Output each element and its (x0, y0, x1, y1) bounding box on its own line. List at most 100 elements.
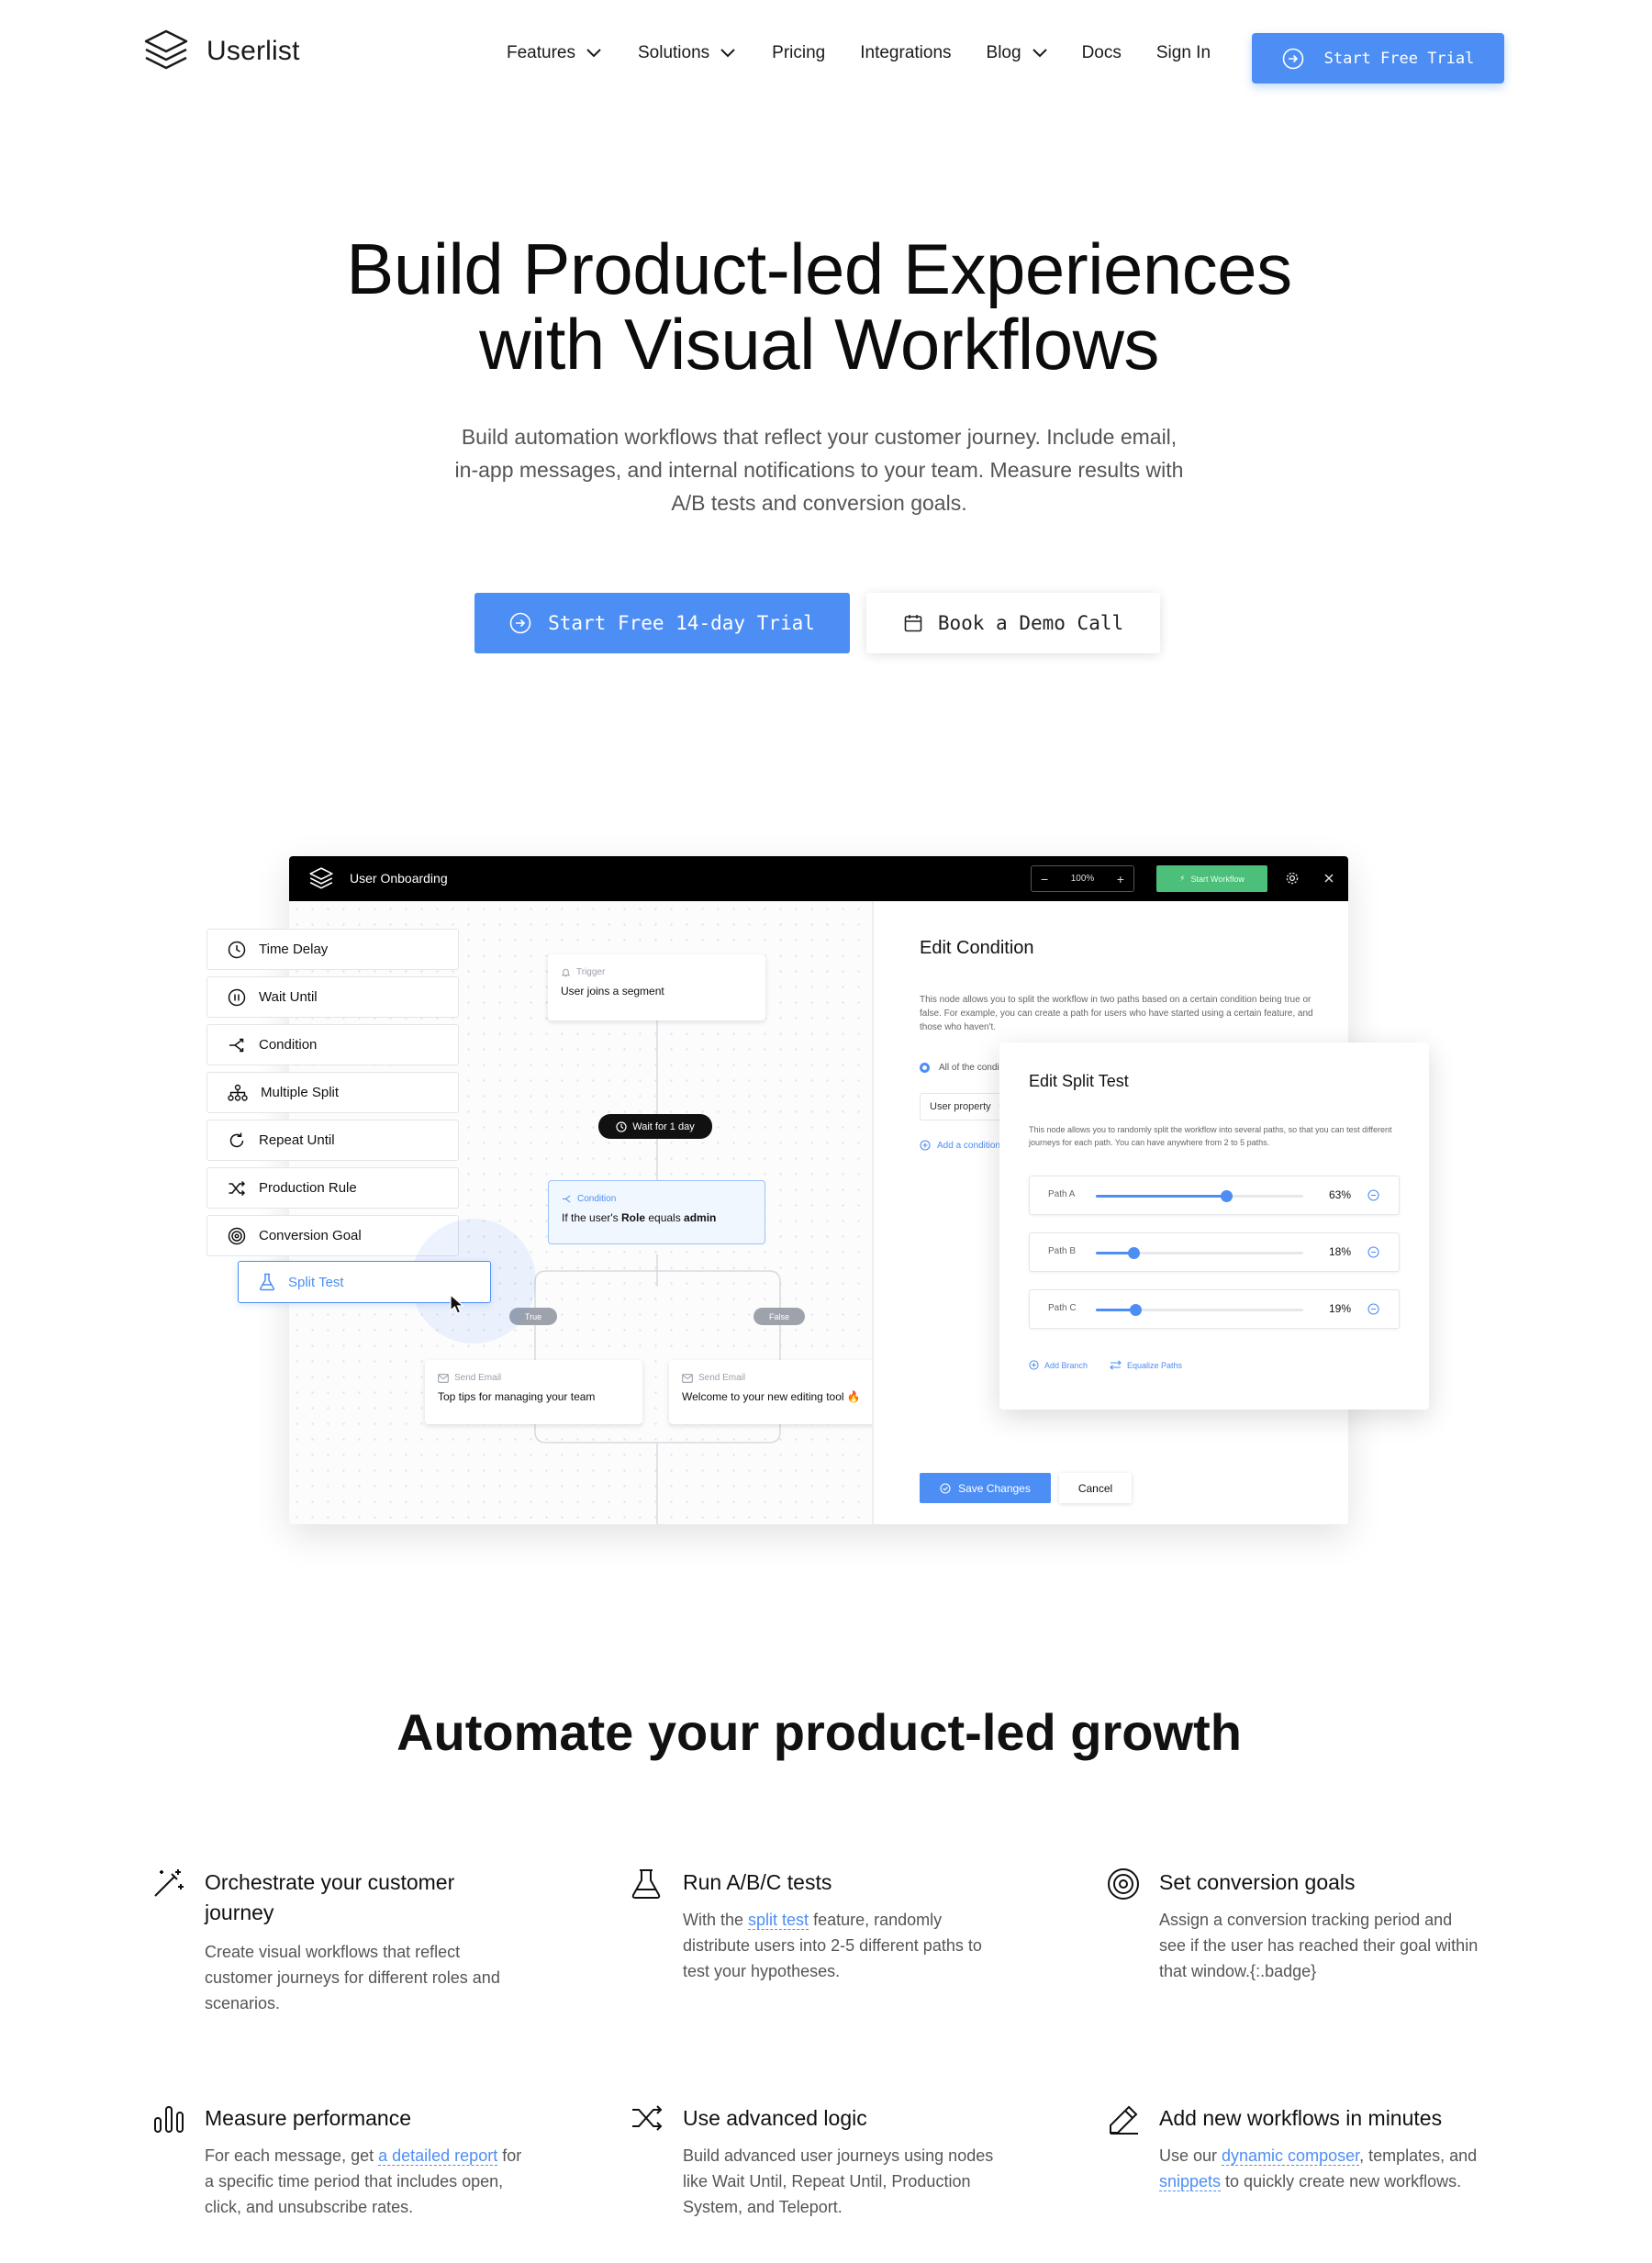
feature-body: Assign a conversion tracking period and … (1159, 1911, 1479, 1980)
minus-circle-icon[interactable] (1367, 1303, 1379, 1315)
zoom-control: − 100% + (1031, 865, 1134, 892)
magic-wand-icon (152, 1867, 185, 1899)
save-changes-button[interactable]: Save Changes (920, 1473, 1051, 1503)
feature-body: With the split test feature, randomly di… (683, 1907, 1004, 1984)
path-row: Path A 63% (1029, 1176, 1400, 1215)
condition-text-part: equals (645, 1211, 685, 1224)
feature-title: Use advanced logic (683, 2106, 867, 2130)
palette-label: Production Rule (259, 1180, 357, 1196)
path-slider-knob[interactable] (1221, 1190, 1233, 1202)
arrow-circle-icon (1282, 48, 1304, 70)
node-label: Trigger (561, 967, 753, 977)
email-label: Send Email (698, 1373, 746, 1383)
link-label: Equalize Paths (1127, 1360, 1183, 1370)
panel-description: This node allows you to split the workfl… (920, 995, 1313, 1032)
wait-label: Wait for 1 day (632, 1120, 695, 1132)
minus-circle-icon[interactable] (1367, 1189, 1379, 1201)
path-slider-knob[interactable] (1127, 1247, 1140, 1259)
feature-title: Set conversion goals (1159, 1870, 1356, 1894)
chevron-down-icon (1032, 49, 1047, 58)
radio-selected-icon (920, 1063, 930, 1073)
snippets-link[interactable]: snippets (1159, 2172, 1222, 2191)
flask-icon (259, 1273, 275, 1291)
start-workflow-button[interactable]: ⚡ Start Workflow (1156, 865, 1267, 892)
repeat-icon (228, 1132, 246, 1150)
path-slider-fill (1096, 1195, 1227, 1198)
envelope-icon (682, 1373, 693, 1383)
link-label: Add Branch (1044, 1360, 1088, 1370)
palette-wait-until[interactable]: Wait Until (206, 976, 459, 1018)
nav-item-pricing[interactable]: Pricing (772, 43, 825, 63)
nav-item-solutions[interactable]: Solutions (638, 43, 735, 63)
close-icon[interactable] (1322, 871, 1336, 886)
match-radio[interactable]: All of the conditi (920, 1063, 1004, 1073)
condition-node[interactable]: Condition If the user's Role equals admi… (548, 1180, 765, 1244)
mouse-cursor-icon (450, 1294, 466, 1316)
trigger-text: User joins a segment (561, 985, 664, 998)
lightning-icon: ⚡ (1179, 874, 1186, 883)
wait-pill[interactable]: Wait for 1 day (598, 1114, 712, 1139)
nav-item-integrations[interactable]: Integrations (860, 43, 951, 63)
cancel-button[interactable]: Cancel (1059, 1473, 1132, 1503)
palette-time-delay[interactable]: Time Delay (206, 929, 459, 970)
path-slider[interactable] (1096, 1247, 1303, 1259)
send-email-node[interactable]: Send Email Welcome to your new editing t… (669, 1360, 887, 1424)
detailed-report-link[interactable]: a detailed report (378, 2146, 498, 2166)
condition-text-part: If the user's (562, 1211, 621, 1224)
condition-text: If the user's Role equals admin (562, 1211, 752, 1224)
feature-new-workflows: Add new workflows in minutes Use our dyn… (1107, 2103, 1478, 2241)
minus-circle-icon[interactable] (1367, 1246, 1379, 1258)
palette-repeat-until[interactable]: Repeat Until (206, 1120, 459, 1161)
pencil-icon (1107, 2103, 1140, 2136)
start-free-trial-button[interactable]: Start Free Trial (1252, 33, 1504, 84)
path-name: Path C (1048, 1303, 1077, 1313)
nav-item-docs[interactable]: Docs (1082, 43, 1122, 63)
target-icon (228, 1227, 246, 1245)
path-percent: 63% (1329, 1188, 1352, 1201)
trigger-node[interactable]: Trigger User joins a segment (548, 954, 765, 1020)
start-trial-button[interactable]: Start Free 14-day Trial (474, 593, 850, 653)
logo[interactable]: Userlist (142, 28, 300, 75)
path-slider[interactable] (1096, 1190, 1303, 1202)
palette-label: Conversion Goal (259, 1228, 362, 1243)
feature-body: Create visual workflows that reflect cus… (205, 1943, 500, 2012)
path-percent: 19% (1329, 1302, 1352, 1315)
bell-icon (561, 967, 571, 977)
nav-item-blog[interactable]: Blog (987, 43, 1047, 63)
send-email-node[interactable]: Send Email Top tips for managing your te… (425, 1360, 642, 1424)
nav-item-features[interactable]: Features (507, 43, 601, 63)
condition-field: Role (621, 1211, 646, 1224)
palette-multiple-split[interactable]: Multiple Split (206, 1072, 459, 1113)
add-branch-link[interactable]: Add Branch (1029, 1360, 1088, 1370)
palette-condition[interactable]: Condition (206, 1024, 459, 1065)
split-test-link[interactable]: split test (748, 1911, 809, 1930)
equalize-paths-link[interactable]: Equalize Paths (1110, 1360, 1182, 1370)
button-label: Start Workflow (1190, 874, 1245, 884)
editor-title-bar: User Onboarding − 100% + ⚡ Start Workflo… (289, 856, 1348, 901)
palette-label: Time Delay (259, 942, 329, 957)
palette-label: Wait Until (259, 989, 318, 1005)
path-slider[interactable] (1096, 1304, 1303, 1316)
feature-title: Run A/B/C tests (683, 1870, 832, 1894)
pause-icon (228, 988, 246, 1007)
feature-body-text: , templates, and (1359, 2146, 1478, 2165)
clock-icon (228, 941, 246, 959)
userlist-logo-icon (142, 28, 190, 75)
email-subject: Welcome to your new editing tool 🔥 (682, 1390, 861, 1403)
zoom-out-button[interactable]: − (1041, 872, 1048, 886)
nav-item-label: Solutions (637, 43, 710, 62)
dynamic-composer-link[interactable]: dynamic composer (1222, 2146, 1360, 2166)
nav-item-sign-in[interactable]: Sign In (1156, 43, 1211, 63)
hero-subtitle-line: in-app messages, and internal notificati… (454, 458, 1184, 482)
path-slider-knob[interactable] (1129, 1304, 1142, 1316)
zoom-in-button[interactable]: + (1117, 872, 1124, 886)
condition-value: admin (684, 1211, 717, 1224)
palette-label: Repeat Until (259, 1132, 335, 1148)
book-demo-button[interactable]: Book a Demo Call (866, 593, 1160, 653)
add-condition-link[interactable]: Add a condition (920, 1140, 1000, 1151)
check-circle-icon (940, 1482, 951, 1494)
hero-subtitle: Build automation workflows that reflect … (413, 420, 1225, 519)
palette-production-rule[interactable]: Production Rule (206, 1167, 459, 1209)
gear-icon[interactable] (1285, 871, 1300, 886)
target-icon (1107, 1867, 1140, 1901)
